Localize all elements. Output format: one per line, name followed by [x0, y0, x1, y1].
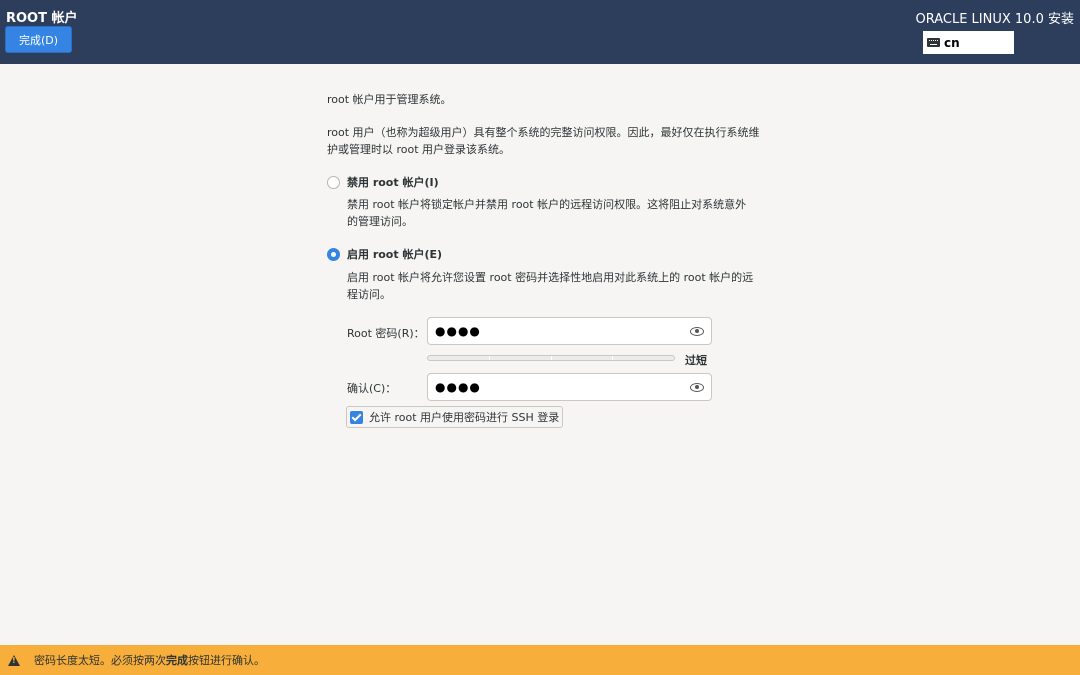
root-password-label: Root 密码(R)：	[347, 327, 425, 340]
confirm-password-label: 确认(C)：	[347, 382, 397, 395]
eye-icon[interactable]	[690, 382, 704, 392]
ssh-login-checkbox[interactable]: 允许 root 用户使用密码进行 SSH 登录	[346, 406, 564, 428]
disable-root-description: 禁用 root 帐户将锁定帐户并禁用 root 帐户的远程访问权限。这将阻止对系…	[347, 198, 747, 228]
intro-description: root 用户（也称为超级用户）具有整个系统的完整访问权限。因此，最好仅在执行系…	[327, 126, 760, 156]
header-bar: ROOT 帐户 完成(D) ORACLE LINUX 10.0 安装 cn	[0, 0, 1080, 64]
enable-root-radio-indicator[interactable]	[327, 247, 340, 261]
warning-text: 密码长度太短。必须按两次完成按钮进行确认。	[34, 652, 265, 668]
root-password-input[interactable]: ●●●●	[427, 317, 712, 345]
password-strength-bar	[427, 355, 675, 361]
disable-root-radio[interactable]: 禁用 root 帐户(I)	[327, 174, 439, 190]
enable-root-radio[interactable]: 启用 root 帐户(E)	[327, 246, 442, 262]
product-title: ORACLE LINUX 10.0 安装	[915, 12, 1074, 27]
keyboard-layout-label: cn	[944, 35, 960, 50]
root-password-value: ●●●●	[435, 324, 481, 338]
disable-root-radio-indicator[interactable]	[327, 175, 340, 189]
eye-icon[interactable]	[690, 326, 704, 336]
keyboard-icon	[927, 38, 940, 47]
intro-text: root 帐户用于管理系统。	[327, 93, 452, 106]
page-title: ROOT 帐户	[6, 11, 78, 26]
confirm-password-value: ●●●●	[435, 380, 481, 394]
warning-bar: 密码长度太短。必须按两次完成按钮进行确认。	[0, 645, 1080, 675]
confirm-password-input[interactable]: ●●●●	[427, 373, 712, 401]
warning-icon	[8, 654, 20, 666]
enable-root-label: 启用 root 帐户(E)	[347, 248, 443, 261]
warning-suffix: 按钮进行确认。	[188, 654, 265, 667]
done-button[interactable]: 完成(D)	[5, 26, 72, 53]
keyboard-layout-indicator[interactable]: cn	[923, 31, 1014, 54]
enable-root-description: 启用 root 帐户将允许您设置 root 密码并选择性地启用对此系统上的 ro…	[347, 271, 754, 301]
ssh-login-label: 允许 root 用户使用密码进行 SSH 登录	[369, 411, 560, 424]
warning-prefix: 密码长度太短。必须按两次	[34, 654, 166, 667]
ssh-login-checkbox-indicator[interactable]	[350, 410, 363, 424]
disable-root-label: 禁用 root 帐户(I)	[347, 176, 439, 189]
password-strength-label: 过短	[685, 354, 707, 367]
warning-emphasis: 完成	[166, 654, 188, 667]
